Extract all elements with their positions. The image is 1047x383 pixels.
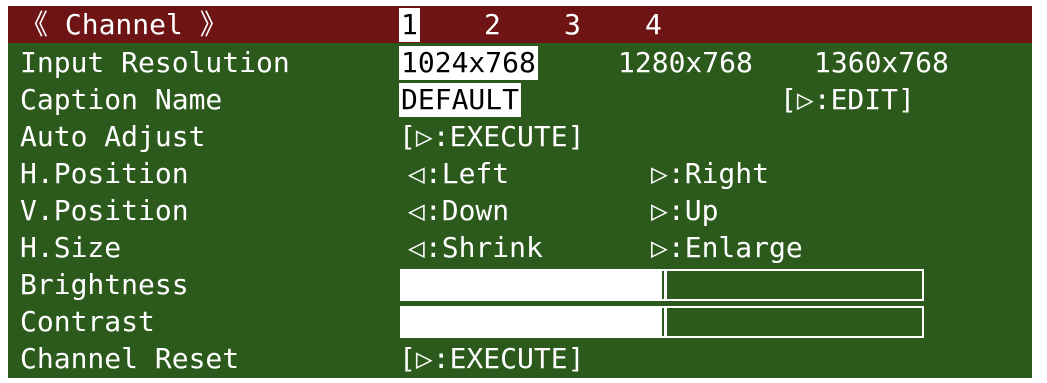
brightness-slider[interactable] (400, 269, 924, 301)
brightness-slider-fill (402, 271, 662, 299)
h-position-left-action[interactable]: ◁:Left (408, 157, 509, 191)
contrast-slider[interactable] (400, 306, 924, 338)
contrast-slider-handle[interactable] (664, 308, 667, 336)
channel-tab-1[interactable]: 1 (399, 8, 420, 42)
brightness-slider-handle[interactable] (664, 271, 667, 299)
v-position-label: V.Position (20, 194, 189, 227)
osd-channel-menu: 《 Channel 》 1 2 3 4 Input Resolution 102… (8, 6, 1032, 378)
caption-edit-action[interactable]: [▷:EDIT] (780, 83, 915, 117)
channel-reset-label: Channel Reset (20, 342, 240, 375)
input-resolution-label: Input Resolution (20, 46, 290, 79)
h-size-enlarge-action[interactable]: ▷:Enlarge (651, 231, 803, 265)
brightness-label: Brightness (20, 268, 189, 301)
auto-adjust-label: Auto Adjust (20, 120, 206, 153)
v-position-up-action[interactable]: ▷:Up (651, 194, 718, 228)
v-position-down-action[interactable]: ◁:Down (408, 194, 509, 228)
auto-adjust-execute-action[interactable]: [▷:EXECUTE] (399, 120, 584, 154)
channel-tab-3[interactable]: 3 (564, 8, 581, 42)
channel-reset-execute-action[interactable]: [▷:EXECUTE] (399, 342, 584, 376)
channel-tab-2[interactable]: 2 (484, 8, 501, 42)
h-size-shrink-action[interactable]: ◁:Shrink (408, 231, 543, 265)
channel-tab-4[interactable]: 4 (645, 8, 662, 42)
h-position-label: H.Position (20, 157, 189, 190)
contrast-slider-fill (402, 308, 662, 336)
resolution-option-1280x768[interactable]: 1280x768 (618, 46, 753, 80)
contrast-label: Contrast (20, 305, 155, 338)
caption-name-value[interactable]: DEFAULT (399, 83, 522, 117)
h-position-right-action[interactable]: ▷:Right (651, 157, 769, 191)
resolution-option-1024x768[interactable]: 1024x768 (399, 46, 538, 80)
menu-title: 《 Channel 》 (20, 8, 228, 41)
h-size-label: H.Size (20, 231, 122, 264)
resolution-option-1360x768[interactable]: 1360x768 (814, 46, 949, 80)
caption-name-label: Caption Name (20, 83, 223, 116)
